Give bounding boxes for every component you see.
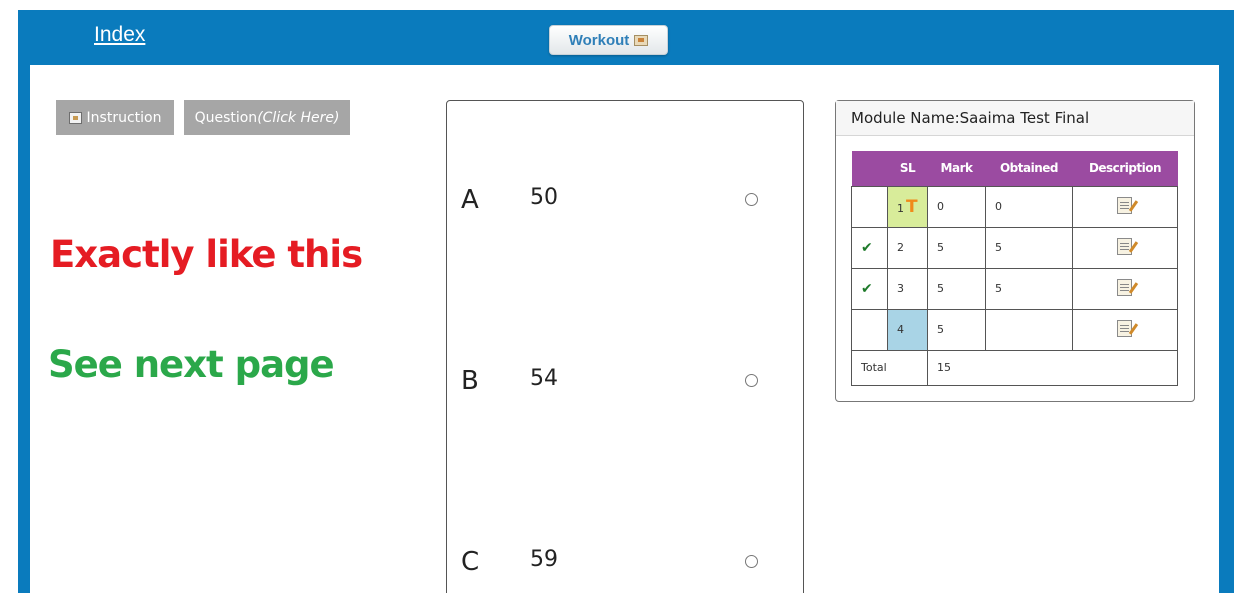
flag-t-icon: T — [906, 196, 918, 217]
row-sl[interactable]: 1T — [887, 185, 928, 228]
row-description[interactable] — [1072, 185, 1178, 228]
row-obtained: 5 — [985, 226, 1073, 269]
report-icon — [634, 34, 649, 46]
instruction-button[interactable]: Instruction — [56, 100, 174, 135]
notepad-icon[interactable] — [1117, 196, 1132, 214]
option-b[interactable]: B 54 — [447, 362, 803, 402]
sl-number: 2 — [897, 241, 904, 254]
notepad-icon[interactable] — [1117, 237, 1132, 255]
question-hint: (Click Here) — [257, 109, 340, 126]
sl-number: 3 — [897, 282, 904, 295]
annotation-exactly-like-this: Exactly like this — [50, 233, 363, 276]
table-row[interactable]: ✔ 3 5 5 — [851, 267, 1178, 310]
total-label: Total — [851, 349, 928, 386]
table-header-status — [851, 151, 888, 186]
module-panel: Module Name:Saaima Test Final SL Mark Ob… — [835, 100, 1195, 402]
row-mark: 0 — [927, 185, 986, 228]
row-mark: 5 — [927, 226, 986, 269]
row-status — [851, 185, 888, 228]
question-label: Question — [194, 109, 258, 126]
instruction-icon — [68, 111, 82, 124]
option-letter: B — [461, 366, 479, 396]
total-value: 15 — [927, 349, 1178, 386]
option-a[interactable]: A 50 — [447, 181, 803, 221]
instruction-label: Instruction — [86, 109, 162, 126]
workout-button[interactable]: Workout — [549, 25, 668, 55]
table-header-mark: Mark — [927, 151, 986, 186]
option-c[interactable]: C 59 — [447, 543, 803, 583]
main-content: Instruction Question(Click Here) Exactly… — [30, 65, 1219, 593]
row-description[interactable] — [1072, 267, 1178, 310]
notepad-icon[interactable] — [1117, 319, 1132, 337]
option-value: 50 — [530, 185, 558, 210]
sl-number: 4 — [897, 323, 904, 336]
app-frame: Index Workout Instruction Question(Click… — [18, 10, 1234, 593]
option-letter: C — [461, 547, 480, 577]
option-a-radio[interactable] — [745, 193, 758, 206]
question-button[interactable]: Question(Click Here) — [184, 100, 350, 135]
table-row[interactable]: ✔ 2 5 5 — [851, 226, 1178, 269]
row-obtained — [985, 308, 1073, 351]
check-icon: ✔ — [861, 239, 873, 256]
row-mark: 5 — [927, 267, 986, 310]
workout-button-label: Workout — [568, 31, 630, 49]
row-sl[interactable]: 3 — [887, 267, 928, 310]
annotation-see-next-page: See next page — [48, 343, 335, 386]
table-header-sl: SL — [887, 151, 928, 186]
option-c-radio[interactable] — [745, 555, 758, 568]
row-status: ✔ — [851, 226, 888, 269]
option-value: 59 — [530, 547, 558, 572]
table-header-row: SL Mark Obtained Description — [851, 151, 1178, 186]
option-letter: A — [461, 185, 479, 215]
module-title: Module Name:Saaima Test Final — [836, 101, 1194, 136]
option-b-radio[interactable] — [745, 374, 758, 387]
row-description[interactable] — [1072, 308, 1178, 351]
notepad-icon[interactable] — [1117, 278, 1132, 296]
row-sl[interactable]: 2 — [887, 226, 928, 269]
row-status: ✔ — [851, 267, 888, 310]
table-header-description: Description — [1072, 151, 1178, 186]
answer-options-panel: A 50 B 54 C 59 — [446, 100, 804, 593]
row-mark: 5 — [927, 308, 986, 351]
option-value: 54 — [530, 366, 558, 391]
row-description[interactable] — [1072, 226, 1178, 269]
row-obtained: 0 — [985, 185, 1073, 228]
module-table: SL Mark Obtained Description 1T 0 0 ✔ 2 … — [851, 151, 1178, 386]
index-link[interactable]: Index — [94, 23, 145, 47]
sl-number: 1 — [897, 201, 904, 215]
table-row[interactable]: 4 5 — [851, 308, 1178, 351]
total-row: Total 15 — [851, 349, 1178, 386]
table-header-obtained: Obtained — [985, 151, 1073, 186]
check-icon: ✔ — [861, 280, 873, 297]
row-obtained: 5 — [985, 267, 1073, 310]
row-status — [851, 308, 888, 351]
row-sl[interactable]: 4 — [887, 308, 928, 351]
table-row[interactable]: 1T 0 0 — [851, 185, 1178, 228]
